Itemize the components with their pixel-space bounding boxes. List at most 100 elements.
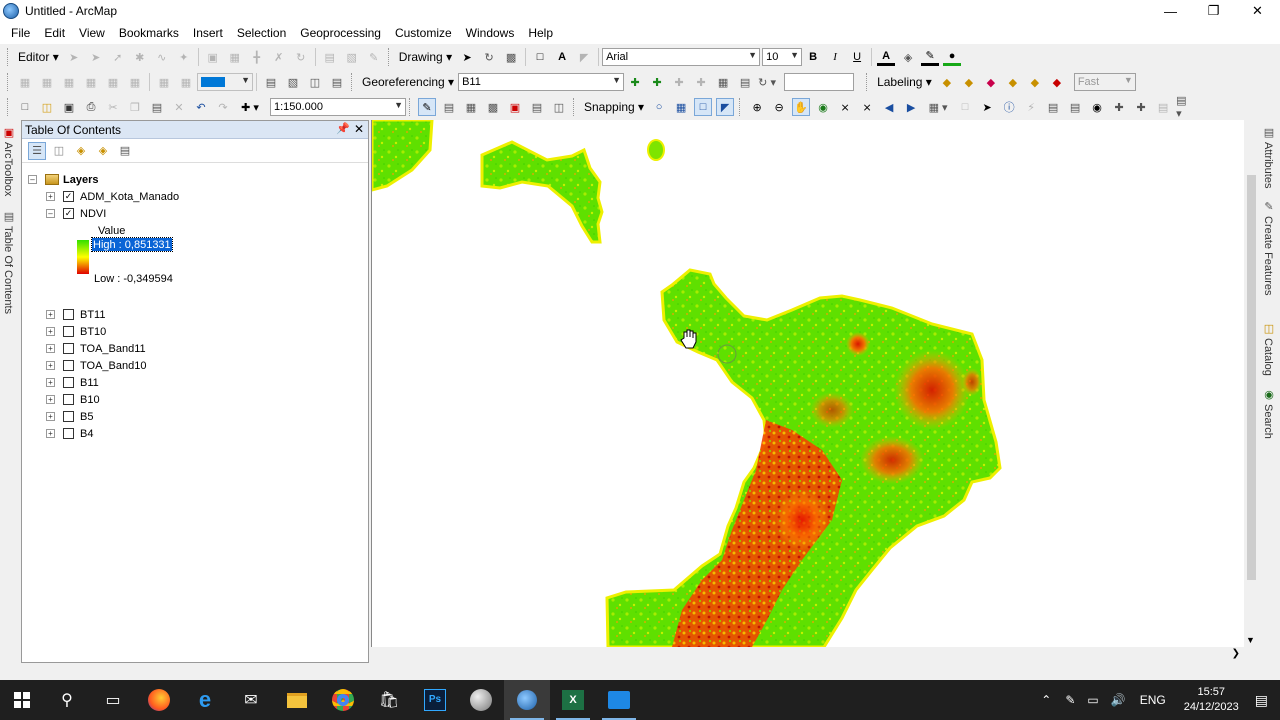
- tab-attributes[interactable]: Attributes: [1262, 142, 1274, 188]
- layer-visibility-checkbox[interactable]: [63, 377, 74, 388]
- layer-row-bt10[interactable]: + BT10: [46, 323, 106, 340]
- redo-icon[interactable]: ↷: [214, 98, 232, 116]
- hyperlink-icon[interactable]: ⚡: [1022, 98, 1040, 116]
- list-by-visibility-icon[interactable]: ◈: [72, 142, 90, 160]
- layer-visibility-checkbox[interactable]: [63, 343, 74, 354]
- modelbuilder-icon[interactable]: ◫: [550, 98, 568, 116]
- undo-icon[interactable]: ↶: [192, 98, 210, 116]
- catalog-window-icon[interactable]: ▦: [462, 98, 480, 116]
- edit-vertices-icon[interactable]: ▣: [204, 48, 222, 66]
- split-icon[interactable]: ✗: [270, 48, 288, 66]
- expand-icon[interactable]: +: [46, 344, 55, 353]
- go-forward-icon[interactable]: ▶: [902, 98, 920, 116]
- edge-snapping-icon[interactable]: ◤: [716, 98, 735, 116]
- tab-search[interactable]: Search: [1262, 404, 1274, 439]
- create-features-icon[interactable]: ✎: [365, 48, 383, 66]
- font-size-select[interactable]: 10 ▼: [762, 48, 803, 66]
- fixed-zoom-out-icon[interactable]: ⨯: [858, 98, 876, 116]
- time-slider-icon[interactable]: ▤: [1154, 98, 1172, 116]
- add-control-points-2-icon[interactable]: ✚: [648, 73, 666, 91]
- select-elements-icon[interactable]: ➤: [458, 48, 476, 66]
- trace-icon[interactable]: ∿: [153, 48, 171, 66]
- label-priority-icon[interactable]: ◆: [960, 73, 978, 91]
- layer-visibility-checkbox[interactable]: [63, 411, 74, 422]
- copy-icon[interactable]: ❐: [126, 98, 144, 116]
- taskbar-globe-app[interactable]: [458, 680, 504, 720]
- save-icon[interactable]: ▣: [60, 98, 78, 116]
- layer-visibility-checkbox[interactable]: [63, 326, 74, 337]
- map-view[interactable]: [371, 120, 1244, 647]
- menu-file[interactable]: File: [4, 26, 37, 40]
- pause-labeling-icon[interactable]: ◆: [1026, 73, 1044, 91]
- auto-hide-pin-icon[interactable]: 📌: [336, 122, 350, 135]
- taskbar-arcmap[interactable]: [504, 680, 550, 720]
- full-extent-icon[interactable]: ◉: [814, 98, 832, 116]
- input-language[interactable]: ENG: [1140, 693, 1166, 707]
- menu-geoprocessing[interactable]: Geoprocessing: [293, 26, 388, 40]
- cut-icon[interactable]: ✂: [104, 98, 122, 116]
- menu-help[interactable]: Help: [521, 26, 560, 40]
- delete-control-point-icon[interactable]: ✚: [670, 73, 688, 91]
- rotate-icon[interactable]: ↻: [292, 48, 310, 66]
- fixed-zoom-in-icon[interactable]: ⨯: [836, 98, 854, 116]
- new-document-icon[interactable]: □: [16, 98, 34, 116]
- taskbar-excel[interactable]: X: [550, 680, 596, 720]
- point-snapping-icon[interactable]: ○: [650, 98, 668, 116]
- taskbar-photoshop[interactable]: Ps: [412, 680, 458, 720]
- tab-arctoolbox[interactable]: ArcToolbox: [2, 142, 14, 196]
- topology-icon-4[interactable]: ▦: [82, 73, 100, 91]
- list-by-selection-icon[interactable]: ◈: [94, 142, 112, 160]
- expand-icon[interactable]: +: [46, 378, 55, 387]
- topology-icon-6[interactable]: ▦: [126, 73, 144, 91]
- pan-icon[interactable]: ✋: [792, 98, 811, 116]
- layer-visibility-checkbox[interactable]: [63, 309, 74, 320]
- vertex-snapping-icon[interactable]: □: [694, 98, 713, 116]
- search-button[interactable]: ⚲: [44, 680, 90, 720]
- edit-vertices-drawing-icon[interactable]: ◤: [575, 48, 593, 66]
- bold-button[interactable]: B: [804, 48, 822, 66]
- close-icon[interactable]: ✕: [354, 122, 364, 136]
- line-color-icon[interactable]: ✎: [921, 48, 940, 66]
- auto-adjust-icon[interactable]: ✚: [692, 73, 710, 91]
- layer-visibility-checkbox[interactable]: ✓: [63, 208, 74, 219]
- taskbar-file-explorer[interactable]: [274, 680, 320, 720]
- map-vertical-scrollbar[interactable]: ▼: [1244, 120, 1258, 647]
- lock-labels-icon[interactable]: ◆: [1004, 73, 1022, 91]
- rectangle-icon[interactable]: □: [531, 48, 549, 66]
- cut-polygon-icon[interactable]: ╋: [248, 48, 266, 66]
- select-elements-pointer-icon[interactable]: ➤: [978, 98, 996, 116]
- topology-select[interactable]: ▼: [197, 73, 253, 91]
- rotate-element-icon[interactable]: ↻: [480, 48, 498, 66]
- map-scale-select[interactable]: 1:150.000 ▼: [270, 98, 406, 116]
- expand-icon[interactable]: +: [46, 412, 55, 421]
- html-popup-icon[interactable]: ▤: [1044, 98, 1062, 116]
- expand-icon[interactable]: +: [46, 327, 55, 336]
- edit-annotation-icon[interactable]: ➤: [87, 48, 105, 66]
- layer-visibility-checkbox[interactable]: [63, 428, 74, 439]
- toc-window-icon[interactable]: ▤: [440, 98, 458, 116]
- notifications-icon[interactable]: ▤: [1255, 692, 1268, 709]
- go-back-icon[interactable]: ◀: [880, 98, 898, 116]
- pen-icon[interactable]: ✎: [1065, 693, 1075, 707]
- taskbar-edge[interactable]: e: [182, 680, 228, 720]
- scroll-right-icon[interactable]: ❯: [1232, 648, 1240, 659]
- find-icon[interactable]: ◉: [1088, 98, 1106, 116]
- new-text-icon[interactable]: A: [553, 48, 571, 66]
- scroll-down-icon[interactable]: ▼: [1246, 635, 1255, 645]
- label-manager-icon[interactable]: ◆: [938, 73, 956, 91]
- end-snapping-icon[interactable]: ▦: [672, 98, 690, 116]
- topology-icon-3[interactable]: ▦: [60, 73, 78, 91]
- edit-tool-icon[interactable]: ➤: [65, 48, 83, 66]
- layer-row-bt11[interactable]: + BT11: [46, 306, 105, 323]
- menu-customize[interactable]: Customize: [388, 26, 459, 40]
- tab-table-of-contents[interactable]: Table Of Contents: [2, 226, 14, 314]
- labeling-menu[interactable]: Labeling ▾: [873, 75, 936, 89]
- open-folder-icon[interactable]: ◫: [38, 98, 56, 116]
- start-button[interactable]: [0, 680, 44, 720]
- georeferencing-menu[interactable]: Georeferencing ▾: [358, 75, 458, 89]
- show-hidden-icons-icon[interactable]: ⌃: [1041, 693, 1051, 707]
- layout-tool-icon-2[interactable]: ▧: [284, 73, 302, 91]
- layer-row-b5[interactable]: + B5: [46, 408, 93, 425]
- topology-icon-5[interactable]: ▦: [104, 73, 122, 91]
- arctoolbox-icon[interactable]: ▣: [506, 98, 524, 116]
